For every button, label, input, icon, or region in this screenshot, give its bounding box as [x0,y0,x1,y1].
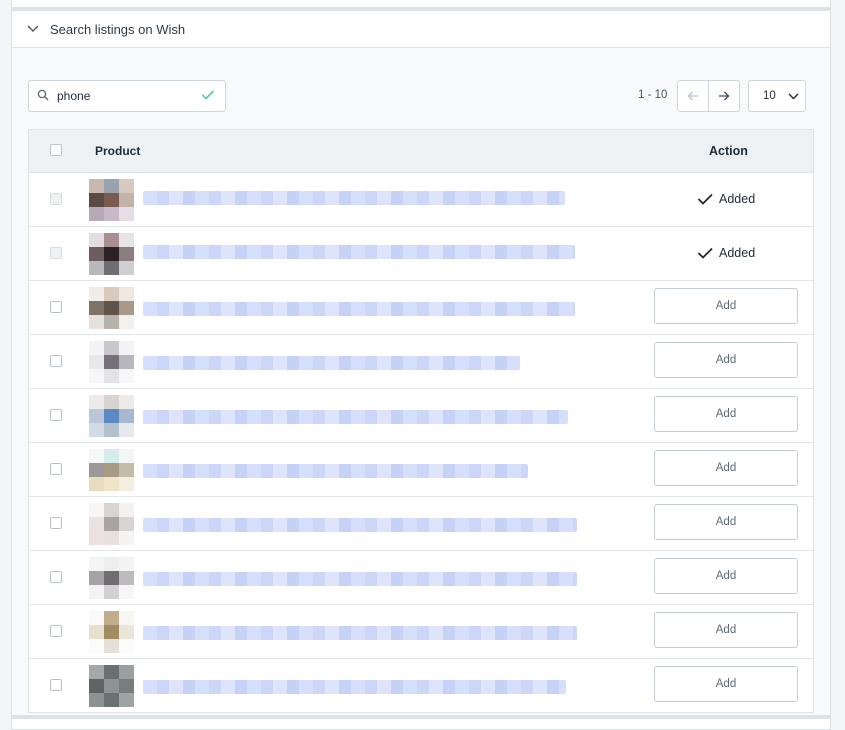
pagination-range: 1 - 10 [638,89,668,101]
search-listings-panel: Search listings on Wish phone 1 - 10 10 [11,10,831,716]
table-row: Add [29,659,813,712]
table-row: Add [29,497,813,551]
add-button[interactable]: Add [654,342,798,378]
arrow-left-icon [687,91,698,101]
previous-page-button[interactable] [677,80,709,112]
row-checkbox [50,193,62,205]
row-checkbox[interactable] [50,679,62,691]
column-header-product: Product [95,144,141,158]
checkmark-icon [201,89,215,103]
table-row: Added [29,227,813,281]
table-row: Add [29,605,813,659]
table-body: Added Added Add Add Add Add Add Add Add Add [29,173,813,712]
row-checkbox[interactable] [50,517,62,529]
table-row: Add [29,389,813,443]
product-thumbnail [89,233,134,275]
product-title-redacted[interactable] [143,518,577,532]
row-checkbox [50,247,62,259]
add-button[interactable]: Add [654,504,798,540]
row-checkbox[interactable] [50,409,62,421]
product-thumbnail [89,611,134,653]
product-thumbnail [89,287,134,329]
per-page-value: 10 [763,90,776,102]
chevron-down-icon[interactable] [26,22,40,36]
table-row: Add [29,443,813,497]
arrow-right-icon [719,91,730,101]
add-button[interactable]: Add [654,396,798,432]
product-title-redacted[interactable] [143,680,566,694]
product-thumbnail [89,665,134,707]
product-title-redacted[interactable] [143,302,575,316]
add-button[interactable]: Add [654,666,798,702]
listings-table: Product Action Added Added Add Add Add Add Add… [28,129,814,713]
row-checkbox[interactable] [50,625,62,637]
table-row: Add [29,281,813,335]
product-thumbnail [89,557,134,599]
row-checkbox[interactable] [50,463,62,475]
checkmark-icon [697,247,713,259]
chevron-down-icon [788,93,799,100]
added-label: Added [719,246,756,260]
added-status: Added [697,192,755,206]
product-thumbnail [89,179,134,221]
search-icon [37,89,51,103]
add-button[interactable]: Add [654,612,798,648]
added-label: Added [719,192,756,206]
panel-header[interactable]: Search listings on Wish [12,11,830,48]
per-page-select[interactable]: 10 [748,80,806,112]
table-header: Product Action [29,130,813,173]
previous-panel-edge [11,0,831,10]
product-title-redacted[interactable] [143,245,575,259]
row-checkbox[interactable] [50,571,62,583]
added-status: Added [697,246,755,260]
table-row: Add [29,551,813,605]
product-title-redacted[interactable] [143,464,528,478]
search-input[interactable]: phone [28,80,226,112]
column-header-action: Action [709,144,748,158]
row-checkbox[interactable] [50,301,62,313]
product-title-redacted[interactable] [143,626,577,640]
checkmark-icon [697,193,713,205]
add-button[interactable]: Add [654,558,798,594]
product-thumbnail [89,449,134,491]
panel-title: Search listings on Wish [50,21,186,37]
add-button[interactable]: Add [654,450,798,486]
product-title-redacted[interactable] [143,572,577,586]
product-thumbnail [89,341,134,383]
next-panel-edge [11,716,831,730]
product-title-redacted[interactable] [143,410,568,424]
select-all-checkbox[interactable] [50,144,62,156]
next-page-button[interactable] [708,80,740,112]
product-title-redacted[interactable] [143,356,520,370]
search-value[interactable]: phone [57,89,201,103]
product-thumbnail [89,395,134,437]
product-thumbnail [89,503,134,545]
row-checkbox[interactable] [50,355,62,367]
product-title-redacted[interactable] [143,191,565,205]
toolbar: phone 1 - 10 10 [28,80,806,114]
table-row: Add [29,335,813,389]
table-row: Added [29,173,813,227]
add-button[interactable]: Add [654,288,798,324]
